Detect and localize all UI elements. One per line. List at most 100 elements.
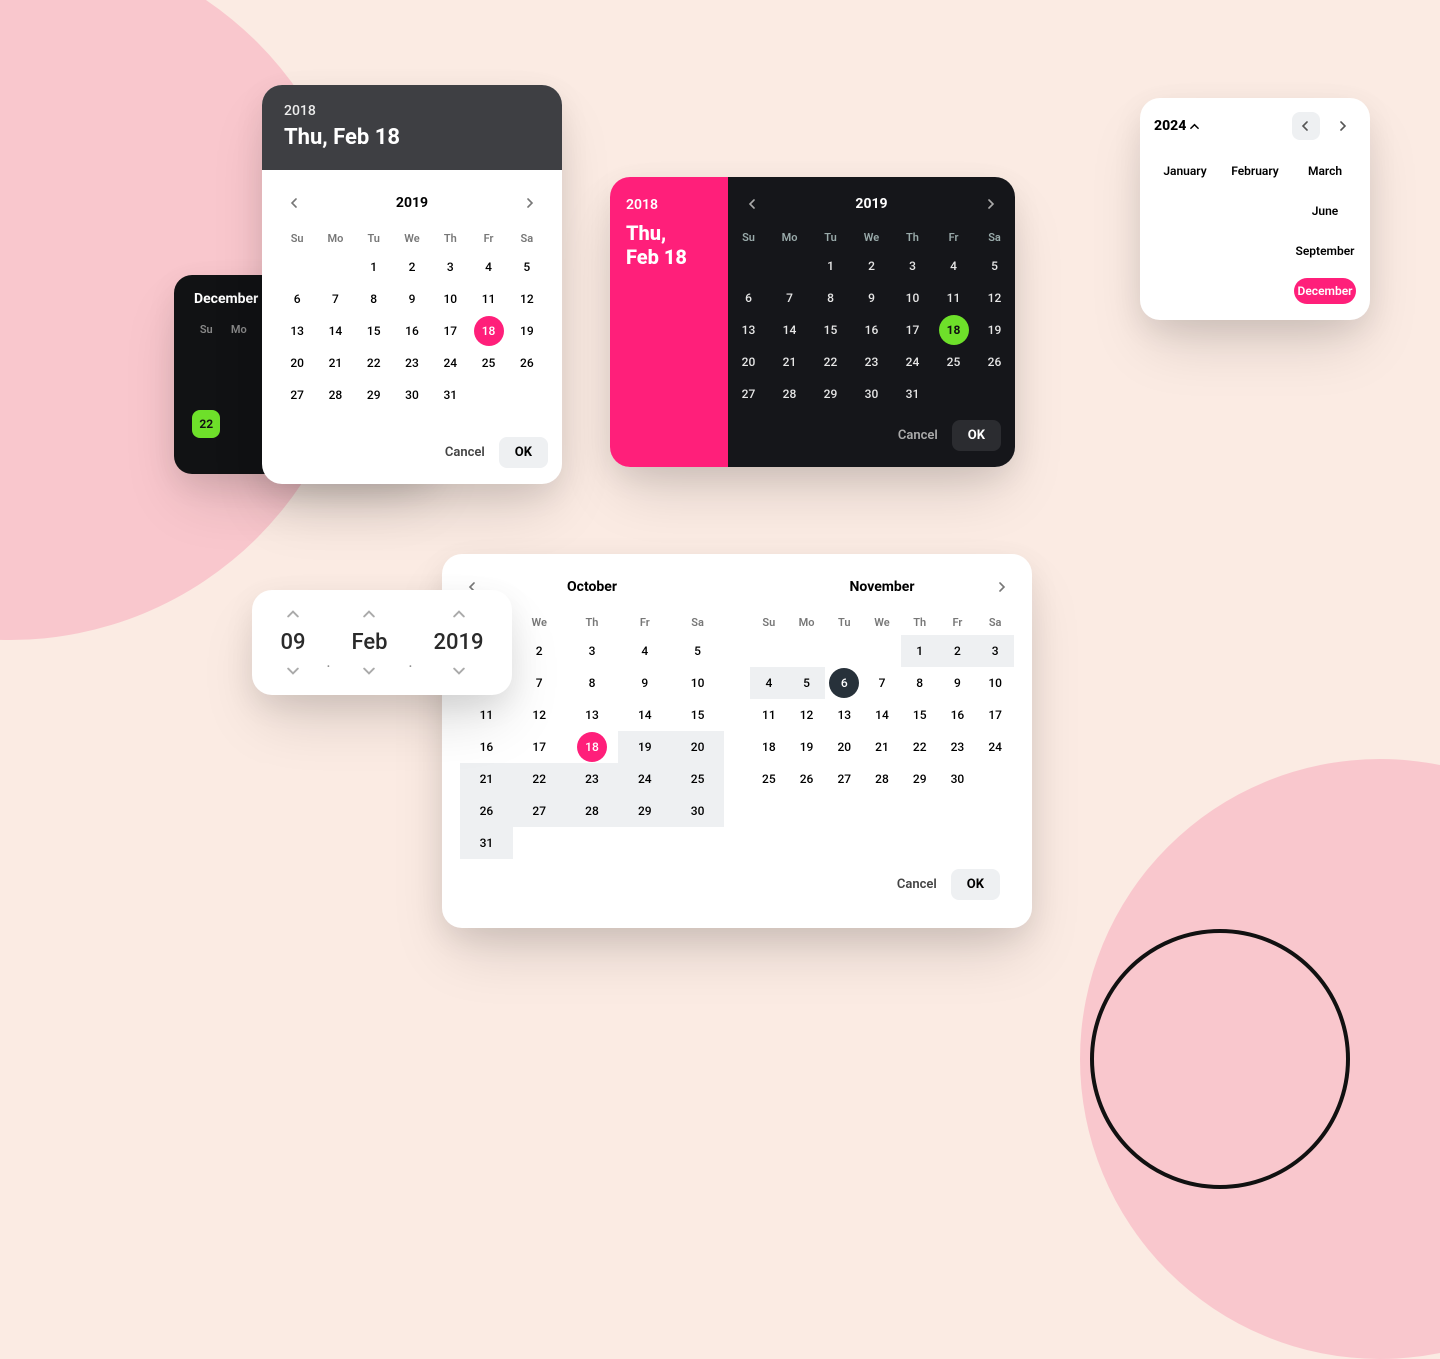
next-icon[interactable] xyxy=(1328,112,1356,140)
day-cell[interactable]: 29 xyxy=(901,763,939,795)
day-cell[interactable]: 5 xyxy=(974,250,1015,282)
day-cell[interactable]: 11 xyxy=(750,699,788,731)
day-cell[interactable]: 6 xyxy=(829,668,859,698)
day-cell[interactable]: 28 xyxy=(769,378,810,410)
day-cell[interactable]: 13 xyxy=(728,314,769,346)
day-cell[interactable]: 27 xyxy=(278,379,316,411)
day-cell[interactable]: 19 xyxy=(508,315,546,347)
day-cell[interactable]: 7 xyxy=(513,667,566,699)
day-cell[interactable]: 21 xyxy=(769,346,810,378)
day-cell[interactable]: 6 xyxy=(278,283,316,315)
day-cell[interactable]: 28 xyxy=(863,763,901,795)
day-cell[interactable]: 9 xyxy=(851,282,892,314)
day-cell[interactable]: 29 xyxy=(618,795,671,827)
day-cell[interactable]: 10 xyxy=(976,667,1014,699)
day-cell[interactable]: 18 xyxy=(750,731,788,763)
day-cell[interactable]: 16 xyxy=(851,314,892,346)
day-cell[interactable]: 9 xyxy=(618,667,671,699)
day-cell[interactable]: 26 xyxy=(974,346,1015,378)
month-choice[interactable]: January xyxy=(1154,158,1216,184)
day-cell[interactable]: 20 xyxy=(728,346,769,378)
month-choice[interactable]: February xyxy=(1224,158,1286,184)
day-cell[interactable]: 23 xyxy=(393,347,431,379)
day-cell[interactable]: 8 xyxy=(566,667,619,699)
cancel-button[interactable]: Cancel xyxy=(898,428,938,443)
month-choice[interactable]: March xyxy=(1294,158,1356,184)
day-cell[interactable]: 17 xyxy=(976,699,1014,731)
day-cell[interactable]: 19 xyxy=(618,731,671,763)
day-cell[interactable]: 16 xyxy=(939,699,977,731)
day-cell[interactable]: 8 xyxy=(901,667,939,699)
day-cell[interactable]: 16 xyxy=(393,315,431,347)
day-cell[interactable]: 24 xyxy=(976,731,1014,763)
day-cell[interactable]: 20 xyxy=(825,731,863,763)
day-cell[interactable]: 4 xyxy=(618,635,671,667)
day-cell[interactable]: 25 xyxy=(469,347,507,379)
day-cell[interactable]: 22 xyxy=(513,763,566,795)
day-cell[interactable]: 27 xyxy=(513,795,566,827)
prev-icon[interactable] xyxy=(282,190,308,216)
day-cell[interactable]: 25 xyxy=(933,346,974,378)
day-cell[interactable]: 10 xyxy=(892,282,933,314)
day-cell[interactable]: 23 xyxy=(939,731,977,763)
cancel-button[interactable]: Cancel xyxy=(897,877,937,892)
day-cell[interactable]: 16 xyxy=(460,731,513,763)
day-cell[interactable]: 4 xyxy=(933,250,974,282)
day-cell[interactable]: 17 xyxy=(892,314,933,346)
day-cell[interactable]: 30 xyxy=(393,379,431,411)
day-cell[interactable]: 1 xyxy=(901,635,939,667)
day-cell[interactable]: 24 xyxy=(892,346,933,378)
day-cell[interactable]: 25 xyxy=(671,763,724,795)
ok-button[interactable]: OK xyxy=(952,420,1001,451)
chevron-down-icon[interactable] xyxy=(453,665,465,677)
nav-year[interactable]: 2019 xyxy=(396,195,428,211)
day-cell[interactable]: 24 xyxy=(431,347,469,379)
day-cell[interactable]: 11 xyxy=(469,283,507,315)
day-cell[interactable]: 10 xyxy=(431,283,469,315)
day-cell[interactable]: 4 xyxy=(750,667,788,699)
day-cell[interactable]: 30 xyxy=(851,378,892,410)
day-cell[interactable]: 14 xyxy=(316,315,354,347)
day-cell[interactable]: 7 xyxy=(316,283,354,315)
day-cell[interactable]: 3 xyxy=(892,250,933,282)
day-cell[interactable]: 9 xyxy=(939,667,977,699)
chevron-down-icon[interactable] xyxy=(287,665,299,677)
month-choice[interactable]: December xyxy=(1294,278,1356,304)
day-cell[interactable]: 14 xyxy=(618,699,671,731)
chevron-up-icon[interactable] xyxy=(363,608,375,620)
day-cell[interactable]: 23 xyxy=(566,763,619,795)
day-cell[interactable]: 27 xyxy=(728,378,769,410)
day-cell[interactable]: 24 xyxy=(618,763,671,795)
day-cell[interactable]: 5 xyxy=(508,251,546,283)
day-cell[interactable]: 2 xyxy=(851,250,892,282)
ok-button[interactable]: OK xyxy=(951,869,1000,900)
day-cell[interactable]: 23 xyxy=(851,346,892,378)
day-cell[interactable]: 18 xyxy=(939,315,969,345)
day-cell[interactable]: 3 xyxy=(566,635,619,667)
day-cell[interactable]: 28 xyxy=(566,795,619,827)
next-icon[interactable] xyxy=(516,190,542,216)
day-cell[interactable]: 19 xyxy=(788,731,826,763)
day-cell[interactable]: 30 xyxy=(671,795,724,827)
day-cell[interactable]: 26 xyxy=(788,763,826,795)
day-cell[interactable]: 29 xyxy=(355,379,393,411)
cancel-button[interactable]: Cancel xyxy=(445,445,485,460)
day-cell[interactable]: 2 xyxy=(393,251,431,283)
year-select[interactable]: 2024 xyxy=(1154,118,1199,134)
day-cell[interactable]: 5 xyxy=(788,667,826,699)
prev-icon[interactable] xyxy=(740,191,766,217)
day-cell[interactable]: 20 xyxy=(278,347,316,379)
day-cell[interactable]: 3 xyxy=(976,635,1014,667)
year-wheel[interactable]: 2019 xyxy=(434,608,484,677)
day-cell[interactable]: 26 xyxy=(460,795,513,827)
chevron-up-icon[interactable] xyxy=(287,608,299,620)
day-cell[interactable]: 10 xyxy=(671,667,724,699)
day-cell[interactable]: 13 xyxy=(278,315,316,347)
day-cell[interactable]: 22 xyxy=(810,346,851,378)
day-cell[interactable]: 31 xyxy=(892,378,933,410)
day-cell[interactable]: 11 xyxy=(460,699,513,731)
day-cell[interactable]: 8 xyxy=(355,283,393,315)
day-cell[interactable]: 29 xyxy=(810,378,851,410)
day-cell[interactable]: 15 xyxy=(671,699,724,731)
day-cell[interactable]: 18 xyxy=(474,316,504,346)
